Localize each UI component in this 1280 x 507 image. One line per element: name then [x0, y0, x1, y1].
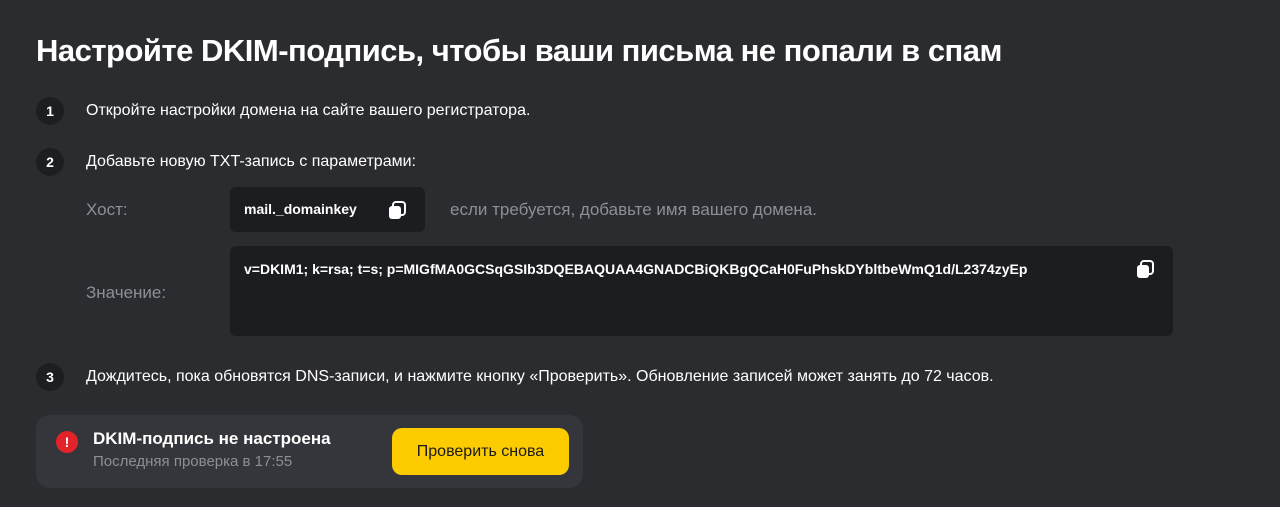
- value-text: v=DKIM1; k=rsa; t=s; p=MIGfMA0GCSqGSIb3D…: [244, 261, 1028, 277]
- copy-icon[interactable]: [1134, 258, 1156, 280]
- step-text-3: Дождитесь, пока обновятся DNS-записи, и …: [86, 368, 994, 385]
- dkim-status-card: ! DKIM-подпись не настроена Последняя пр…: [36, 415, 583, 488]
- check-again-button[interactable]: Проверить снова: [392, 428, 569, 475]
- step-text-2: Добавьте новую TXT-запись с параметрами:: [86, 153, 416, 170]
- value-label: Значение:: [86, 283, 167, 302]
- host-value-box: mail._domainkey: [230, 187, 425, 232]
- step-number-2: 2: [36, 148, 64, 176]
- copy-icon[interactable]: [386, 199, 408, 221]
- host-label: Хост:: [86, 200, 128, 219]
- step-text-1: Откройте настройки домена на сайте вашег…: [86, 102, 531, 119]
- step-number-1: 1: [36, 97, 64, 125]
- status-title: DKIM-подпись не настроена: [93, 429, 331, 448]
- value-box: v=DKIM1; k=rsa; t=s; p=MIGfMA0GCSqGSIb3D…: [230, 246, 1173, 336]
- dkim-setup-page: Настройте DKIM-подпись, чтобы ваши письм…: [0, 0, 1280, 507]
- page-title: Настройте DKIM-подпись, чтобы ваши письм…: [36, 33, 1002, 68]
- error-icon: !: [56, 431, 78, 453]
- host-hint: если требуется, добавьте имя вашего доме…: [450, 200, 818, 219]
- status-last-check: Последняя проверка в 17:55: [93, 453, 293, 470]
- host-value: mail._domainkey: [244, 201, 357, 217]
- step-number-3: 3: [36, 363, 64, 391]
